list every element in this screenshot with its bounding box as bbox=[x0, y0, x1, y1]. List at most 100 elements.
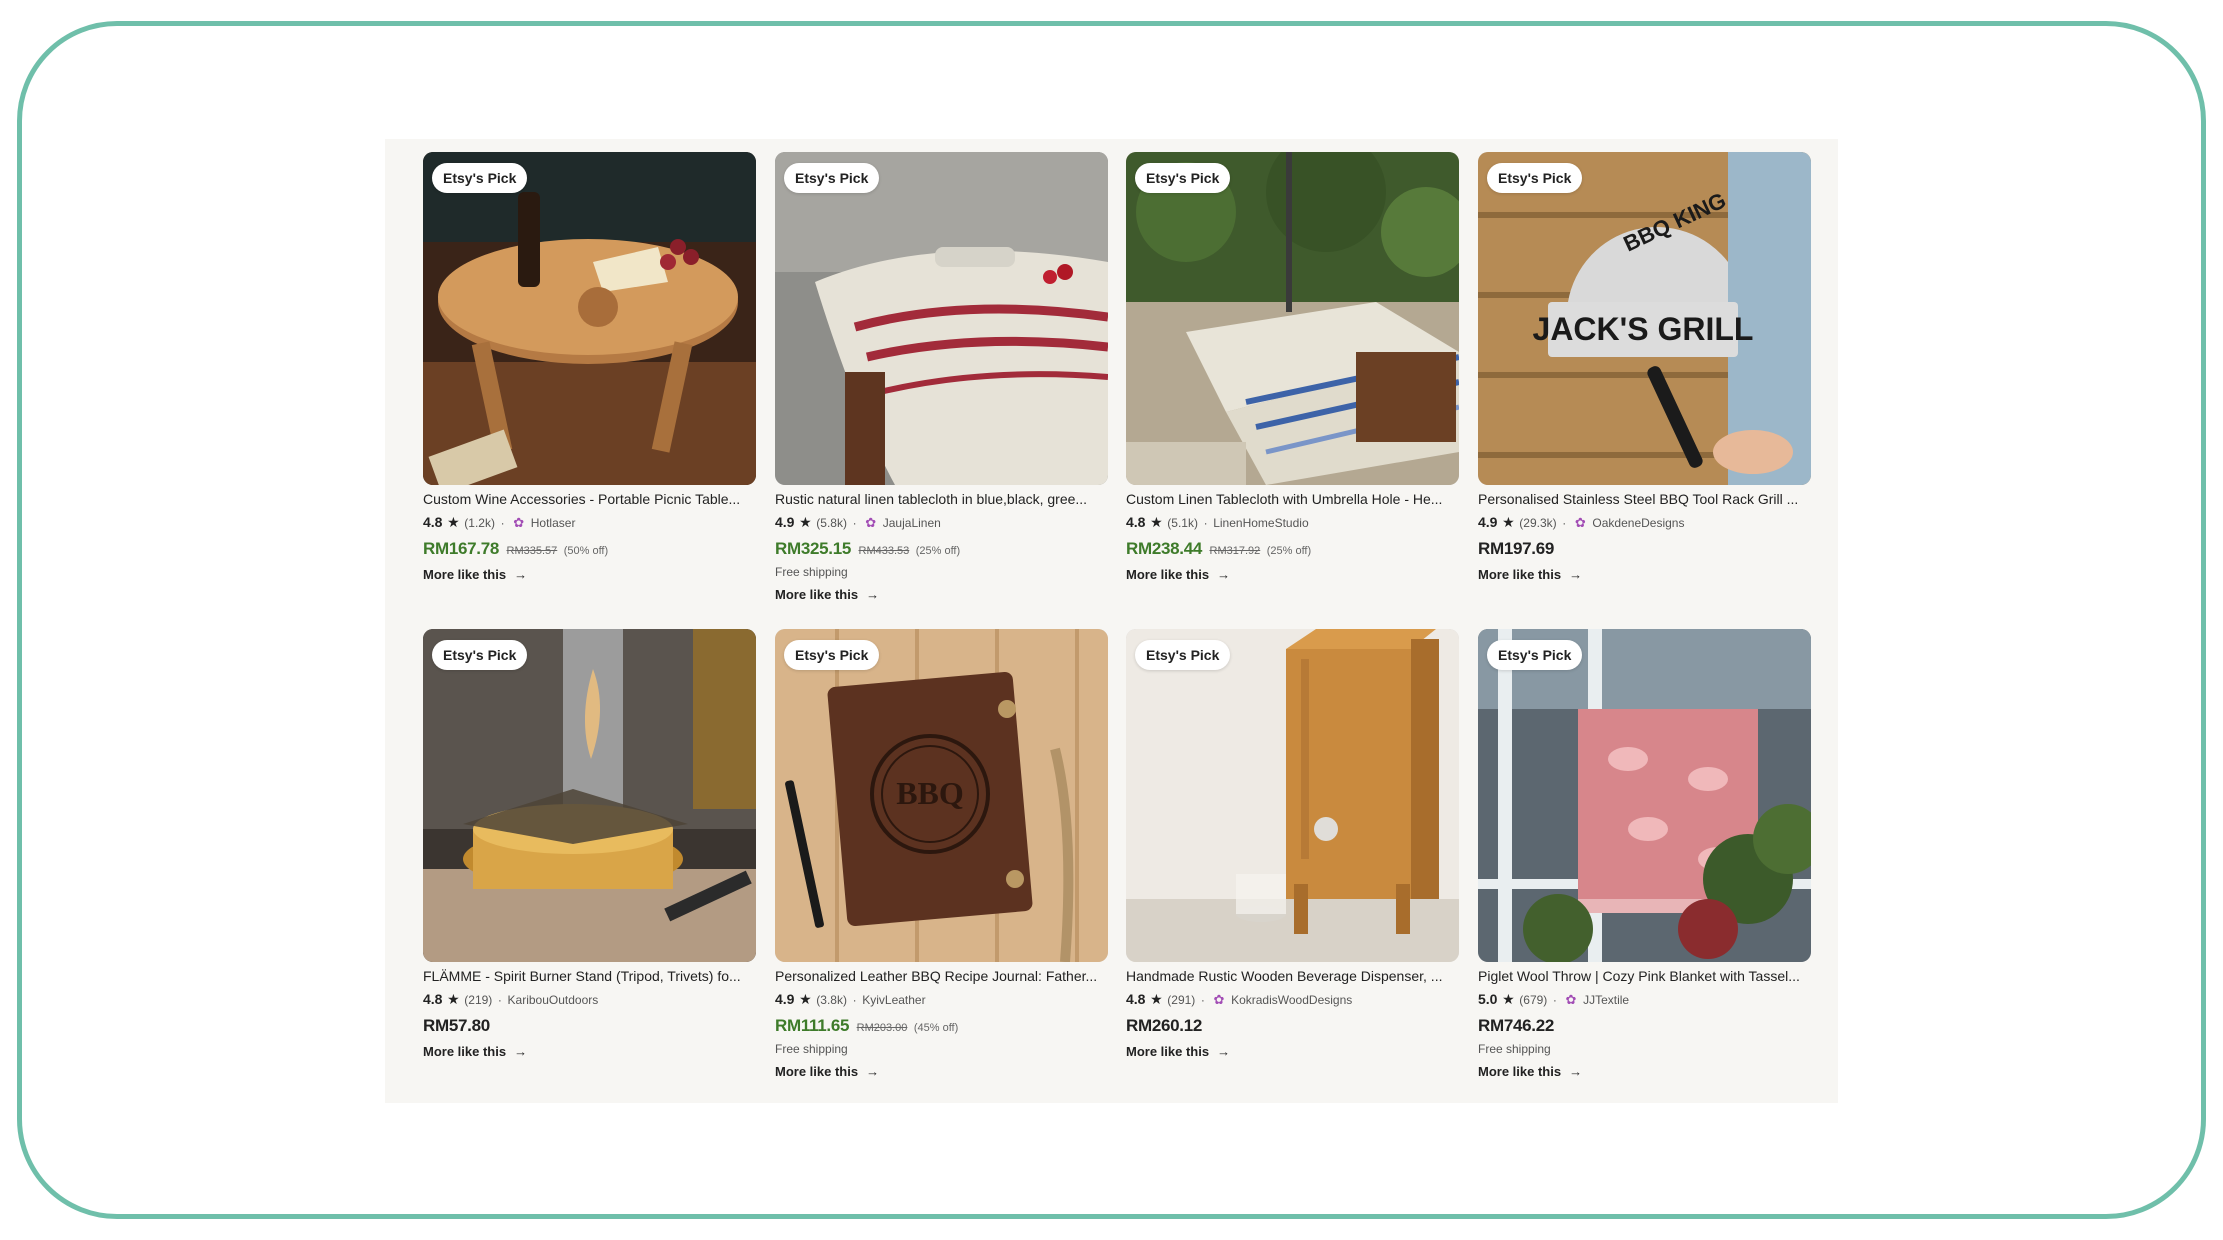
product-card[interactable]: Etsy's Pick FLÄMME - Spirit Burner Stand… bbox=[423, 629, 756, 1064]
bbq-tool-rack-image: JACK'S GRILL BBQ KING bbox=[1478, 152, 1811, 485]
star-icon: ★ bbox=[1150, 991, 1163, 1007]
rating-score: 4.9 bbox=[775, 991, 795, 1007]
more-like-this-link[interactable]: More like this → bbox=[1478, 1060, 1811, 1084]
arrow-right-icon: → bbox=[866, 1064, 880, 1079]
product-title[interactable]: FLÄMME - Spirit Burner Stand (Tripod, Tr… bbox=[423, 967, 756, 985]
more-like-this-link[interactable]: More like this → bbox=[423, 1040, 756, 1064]
shop-name[interactable]: KyivLeather bbox=[862, 993, 925, 1007]
product-image[interactable]: Etsy's Pick bbox=[1126, 152, 1459, 485]
product-title[interactable]: Custom Linen Tablecloth with Umbrella Ho… bbox=[1126, 490, 1459, 508]
product-title[interactable]: Personalised Stainless Steel BBQ Tool Ra… bbox=[1478, 490, 1811, 508]
product-rating: 4.9 ★ (29.3k) · ✿ OakdeneDesigns bbox=[1478, 512, 1811, 532]
product-card[interactable]: Etsy's Pick Handmade Rustic Wooden Bever… bbox=[1126, 629, 1459, 1064]
product-rating: 4.9 ★ (5.8k) · ✿ JaujaLinen bbox=[775, 512, 1108, 532]
shop-name[interactable]: JJTextile bbox=[1583, 993, 1629, 1007]
shop-name[interactable]: Hotlaser bbox=[531, 516, 576, 530]
shop-name[interactable]: JaujaLinen bbox=[883, 516, 941, 530]
product-title[interactable]: Custom Wine Accessories - Portable Picni… bbox=[423, 490, 756, 508]
star-seller-icon: ✿ bbox=[513, 515, 525, 530]
price: RM197.69 bbox=[1478, 539, 1555, 558]
svg-text:BBQ: BBQ bbox=[896, 775, 964, 811]
more-like-this-link[interactable]: More like this → bbox=[1126, 563, 1459, 587]
sale-price: RM238.44 bbox=[1126, 539, 1203, 558]
star-icon: ★ bbox=[1502, 514, 1515, 530]
product-title[interactable]: Personalized Leather BBQ Recipe Journal:… bbox=[775, 967, 1108, 985]
leather-journal-image: BBQ bbox=[775, 629, 1108, 962]
linen-tablecloth-image bbox=[775, 152, 1108, 485]
sale-price: RM167.78 bbox=[423, 539, 500, 558]
product-image[interactable]: BBQ Etsy's Pick bbox=[775, 629, 1108, 962]
original-price: RM317.92 bbox=[1209, 545, 1261, 557]
price-row: RM111.65 RM203.00 (45% off) bbox=[775, 1014, 1108, 1038]
product-rating: 4.8 ★ (5.1k) · LinenHomeStudio bbox=[1126, 512, 1459, 532]
separator-dot: · bbox=[1203, 516, 1208, 530]
price: RM57.80 bbox=[423, 1016, 490, 1035]
product-image[interactable]: JACK'S GRILL BBQ KING Etsy's Pick bbox=[1478, 152, 1811, 485]
rating-score: 5.0 bbox=[1478, 991, 1498, 1007]
more-like-this-link[interactable]: More like this → bbox=[1126, 1040, 1459, 1064]
price-row: RM746.22 bbox=[1478, 1014, 1811, 1038]
shop-name[interactable]: LinenHomeStudio bbox=[1213, 516, 1308, 530]
shop-name[interactable]: OakdeneDesigns bbox=[1592, 516, 1684, 530]
price: RM746.22 bbox=[1478, 1016, 1555, 1035]
rating-score: 4.9 bbox=[1478, 514, 1498, 530]
product-title[interactable]: Piglet Wool Throw | Cozy Pink Blanket wi… bbox=[1478, 967, 1811, 985]
rating-score: 4.8 bbox=[423, 991, 443, 1007]
rating-score: 4.8 bbox=[1126, 514, 1146, 530]
separator-dot: · bbox=[852, 516, 857, 530]
product-card[interactable]: Etsy's Pick Piglet Wool Throw | Cozy Pin… bbox=[1478, 629, 1811, 1084]
star-icon: ★ bbox=[447, 991, 460, 1007]
star-seller-icon: ✿ bbox=[1574, 515, 1586, 530]
discount-label: (50% off) bbox=[563, 545, 609, 557]
shop-name[interactable]: KaribouOutdoors bbox=[508, 993, 599, 1007]
product-card[interactable]: Etsy's Pick Custom Wine Accessories - Po… bbox=[423, 152, 756, 587]
more-like-this-link[interactable]: More like this → bbox=[1478, 563, 1811, 587]
separator-dot: · bbox=[1200, 993, 1205, 1007]
etsys-pick-badge: Etsy's Pick bbox=[1487, 163, 1583, 193]
product-rating: 4.9 ★ (3.8k) · KyivLeather bbox=[775, 989, 1108, 1009]
etsys-pick-badge: Etsy's Pick bbox=[1135, 640, 1231, 670]
product-title[interactable]: Handmade Rustic Wooden Beverage Dispense… bbox=[1126, 967, 1459, 985]
star-seller-icon: ✿ bbox=[865, 515, 877, 530]
product-title[interactable]: Rustic natural linen tablecloth in blue,… bbox=[775, 490, 1108, 508]
rating-score: 4.9 bbox=[775, 514, 795, 530]
separator-dot: · bbox=[1562, 516, 1567, 530]
product-image[interactable]: Etsy's Pick bbox=[1478, 629, 1811, 962]
product-card[interactable]: Etsy's Pick Rustic natural linen tablecl… bbox=[775, 152, 1108, 607]
star-seller-icon: ✿ bbox=[1213, 992, 1225, 1007]
more-like-this-label: More like this bbox=[775, 1064, 859, 1079]
more-like-this-link[interactable]: More like this → bbox=[423, 563, 756, 587]
sale-price: RM325.15 bbox=[775, 539, 852, 558]
separator-dot: · bbox=[500, 516, 505, 530]
star-icon: ★ bbox=[799, 991, 812, 1007]
star-icon: ★ bbox=[799, 514, 812, 530]
separator-dot: · bbox=[497, 993, 502, 1007]
review-count: (219) bbox=[464, 993, 493, 1007]
more-like-this-link[interactable]: More like this → bbox=[775, 1060, 1108, 1084]
price-row: RM260.12 bbox=[1126, 1014, 1459, 1038]
discount-label: (25% off) bbox=[1266, 545, 1312, 557]
arrow-right-icon: → bbox=[514, 1044, 528, 1059]
product-image[interactable]: Etsy's Pick bbox=[423, 152, 756, 485]
price-row: RM197.69 bbox=[1478, 537, 1811, 561]
svg-text:JACK'S GRILL: JACK'S GRILL bbox=[1533, 311, 1754, 347]
star-icon: ★ bbox=[447, 514, 460, 530]
etsys-pick-badge: Etsy's Pick bbox=[1487, 640, 1583, 670]
discount-label: (25% off) bbox=[915, 545, 961, 557]
product-image[interactable]: Etsy's Pick bbox=[423, 629, 756, 962]
product-rating: 5.0 ★ (679) · ✿ JJTextile bbox=[1478, 989, 1811, 1009]
product-card[interactable]: JACK'S GRILL BBQ KING Etsy's Pick Person… bbox=[1478, 152, 1811, 587]
product-image[interactable]: Etsy's Pick bbox=[775, 152, 1108, 485]
product-image[interactable]: Etsy's Pick bbox=[1126, 629, 1459, 962]
price-row: RM167.78 RM335.57 (50% off) bbox=[423, 537, 756, 561]
more-like-this-label: More like this bbox=[1478, 1064, 1562, 1079]
rating-score: 4.8 bbox=[1126, 991, 1146, 1007]
product-card[interactable]: BBQ Etsy's Pick Personalized Leather BBQ… bbox=[775, 629, 1108, 1084]
picnic-table-image bbox=[423, 152, 756, 485]
shop-name[interactable]: KokradisWoodDesigns bbox=[1231, 993, 1352, 1007]
more-like-this-label: More like this bbox=[423, 567, 507, 582]
product-card[interactable]: Etsy's Pick Custom Linen Tablecloth with… bbox=[1126, 152, 1459, 587]
more-like-this-label: More like this bbox=[1126, 1044, 1210, 1059]
more-like-this-link[interactable]: More like this → bbox=[775, 583, 1108, 607]
etsys-pick-badge: Etsy's Pick bbox=[432, 163, 528, 193]
